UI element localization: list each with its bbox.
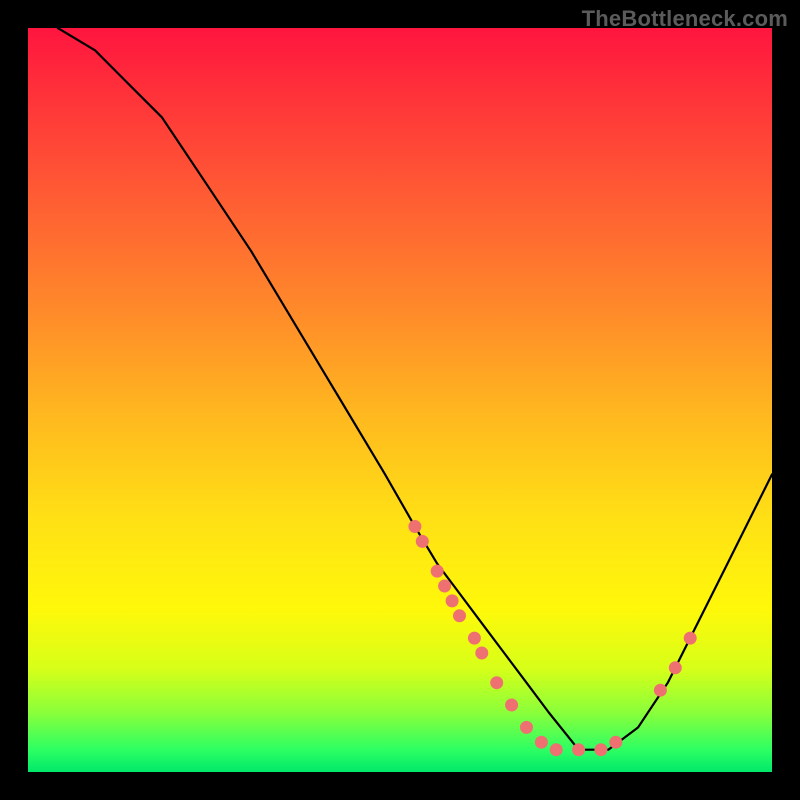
data-point [416, 535, 428, 547]
data-point [476, 647, 488, 659]
data-point [595, 744, 607, 756]
data-point [669, 662, 681, 674]
data-point [446, 595, 458, 607]
chart-svg [28, 28, 772, 772]
data-point [468, 632, 480, 644]
data-point [573, 744, 585, 756]
data-points [409, 521, 696, 756]
bottleneck-curve [58, 28, 772, 750]
data-point [454, 610, 466, 622]
data-point [506, 699, 518, 711]
data-point [550, 744, 562, 756]
data-point [610, 736, 622, 748]
data-point [439, 580, 451, 592]
data-point [654, 684, 666, 696]
data-point [521, 721, 533, 733]
data-point [431, 565, 443, 577]
data-point [684, 632, 696, 644]
data-point [409, 521, 421, 533]
data-point [491, 677, 503, 689]
chart-area [28, 28, 772, 772]
data-point [535, 736, 547, 748]
